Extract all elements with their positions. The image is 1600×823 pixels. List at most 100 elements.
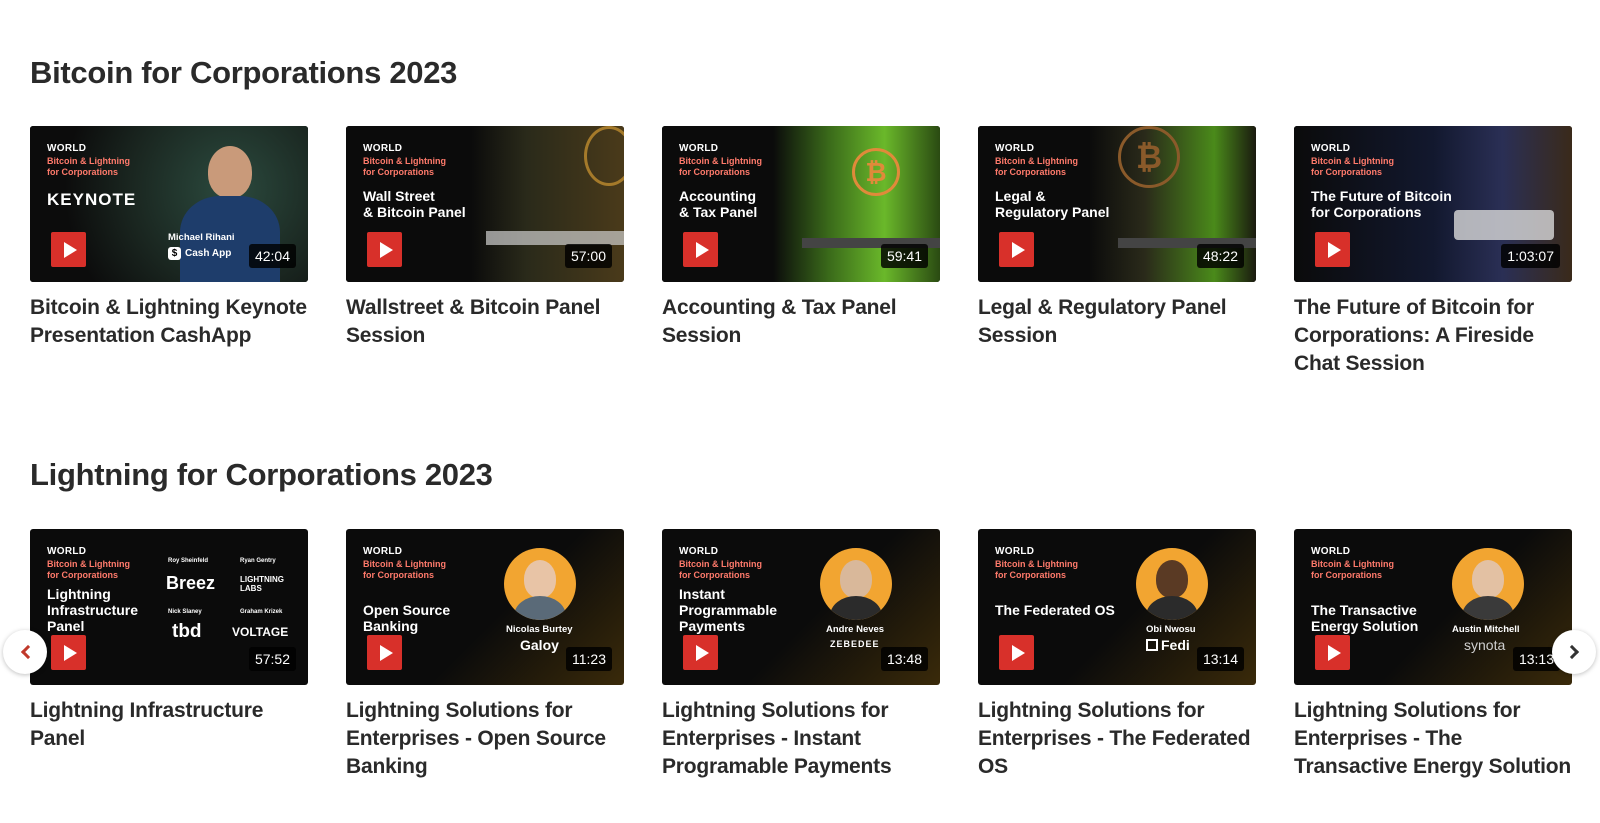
video-row: WORLD Bitcoin & Lightning for Corporations… [30,126,1572,386]
event-brand: WORLD Bitcoin & Lightning for Corporations [363,143,446,177]
thumbnail-title: Legal & Regulatory Panel [995,188,1110,220]
event-brand: WORLD Bitcoin & Lightning for Corporations [995,546,1078,580]
play-icon[interactable] [999,232,1034,267]
event-brand: WORLD Bitcoin & Lightning for Corporations [995,143,1078,177]
video-title[interactable]: Lightning Infrastructure Panel [30,697,308,753]
thumbnail-title: The Transactive Energy Solution [1311,602,1419,634]
tbd-logo: tbd [172,621,202,642]
event-brand: WORLD Bitcoin & Lightning for Corporations [679,143,762,177]
fedi-icon [1146,639,1158,651]
speaker-avatar [820,548,892,620]
video-card[interactable]: WORLD Bitcoin & Lightning for Corporations… [346,126,624,350]
panelist-name: Graham Krizek [240,609,283,615]
video-thumbnail[interactable]: WORLD Bitcoin & Lightning for Corporations… [662,529,940,685]
duration-badge: 1:03:07 [1501,244,1560,268]
speaker-name: Obi Nwosu [1146,624,1196,635]
section-title: Bitcoin for Corporations 2023 [30,55,458,90]
video-title[interactable]: Bitcoin & Lightning Keynote Presentation… [30,294,308,350]
thumbnail-title: Lightning Infrastructure Panel [47,586,139,634]
panelist-name: Ryan Gentry [240,558,276,564]
section-title: Lightning for Corporations 2023 [30,457,493,492]
video-title[interactable]: Accounting & Tax Panel Session [662,294,940,350]
speaker-avatar [1136,548,1208,620]
video-card[interactable]: WORLD Bitcoin & Lightning for Corporations… [346,529,624,781]
duration-badge: 57:52 [248,647,296,671]
video-thumbnail[interactable]: WORLD Bitcoin & Lightning for Corporations… [30,126,308,282]
video-title[interactable]: The Future of Bitcoin for Corporations: … [1294,294,1572,378]
video-card[interactable]: WORLD Bitcoin & Lightning for Corporations… [662,529,940,781]
play-icon[interactable] [51,635,86,670]
event-brand: WORLD Bitcoin & Lightning for Corporations [679,546,762,580]
voltage-logo: VOLTAGE [232,625,289,639]
duration-badge: 11:23 [566,647,612,671]
video-thumbnail[interactable]: WORLD Bitcoin & Lightning for Corporations… [1294,529,1572,685]
thumbnail-title: Instant Programmable Payments [679,586,778,634]
panelist-name: Roy Sheinfeld [168,558,209,564]
event-brand: WORLD Bitcoin & Lightning for Corporations [1311,546,1394,580]
video-card[interactable]: WORLD Bitcoin & Lightning for Corporations… [978,529,1256,781]
thumbnail-title: Accounting & Tax Panel [679,188,758,220]
company-logo: Galoy [520,637,559,653]
speaker-avatar [504,548,576,620]
company-logo: ZEBEDEE [830,639,880,649]
carousel-prev-button[interactable] [3,630,47,674]
duration-badge: 13:14 [1196,647,1244,671]
video-card[interactable]: WORLD Bitcoin & Lightning for Corporations… [30,529,308,753]
duration-badge: 48:22 [1196,244,1244,268]
company-logo: synota [1464,637,1506,653]
video-thumbnail[interactable]: ₿ WORLD Bitcoin & Lightning for Corporatio… [978,126,1256,282]
play-icon[interactable] [367,635,402,670]
play-icon[interactable] [683,232,718,267]
video-card[interactable]: WORLD Bitcoin & Lightning for Corporations… [30,126,308,350]
thumbnail-title: Wall Street & Bitcoin Panel [363,188,466,220]
event-brand: WORLD Bitcoin & Lightning for Corporations [47,546,130,580]
event-brand: WORLD Bitcoin & Lightning for Corporations [1311,143,1394,177]
speaker-avatar [1452,548,1524,620]
duration-badge: 59:41 [880,244,928,268]
video-thumbnail[interactable]: WORLD Bitcoin & Lightning for Corporations… [346,126,624,282]
play-icon[interactable] [999,635,1034,670]
video-title[interactable]: Legal & Regulatory Panel Session [978,294,1256,350]
video-card[interactable]: WORLD Bitcoin & Lightning for Corporations… [1294,126,1572,378]
company-logo: $ Cash App [168,247,231,260]
video-card[interactable]: ₿ WORLD Bitcoin & Lightning for Corporatio… [662,126,940,350]
thumbnail-title: KEYNOTE [47,190,137,209]
thumbnail-title: The Federated OS [995,602,1115,618]
video-thumbnail[interactable]: WORLD Bitcoin & Lightning for Corporations… [346,529,624,685]
play-icon[interactable] [1315,232,1350,267]
panelist-name: Nick Slaney [168,609,202,615]
video-title[interactable]: Lightning Solutions for Enterprises - Th… [1294,697,1572,781]
video-title[interactable]: Wallstreet & Bitcoin Panel Session [346,294,624,350]
speaker-name: Michael Rihani [168,232,235,243]
video-title[interactable]: Lightning Solutions for Enterprises - Op… [346,697,624,781]
event-brand: WORLD Bitcoin & Lightning for Corporations [47,143,130,177]
breez-logo: Breez [166,573,216,593]
video-thumbnail[interactable]: WORLD Bitcoin & Lightning for Corporations… [30,529,308,685]
video-thumbnail[interactable]: WORLD Bitcoin & Lightning for Corporations… [1294,126,1572,282]
play-icon[interactable] [683,635,718,670]
chevron-right-icon [1564,644,1579,660]
video-title[interactable]: Lightning Solutions for Enterprises - Th… [978,697,1256,781]
speaker-name: Nicolas Burtey [506,624,573,635]
carousel-next-button[interactable] [1552,630,1596,674]
thumbnail-title: The Future of Bitcoin for Corporations [1311,188,1452,220]
play-icon[interactable] [1315,635,1350,670]
video-row: WORLD Bitcoin & Lightning for Corporations… [30,529,1572,789]
video-card[interactable]: ₿ WORLD Bitcoin & Lightning for Corporatio… [978,126,1256,350]
chevron-left-icon [20,644,35,660]
duration-badge: 13:48 [880,647,928,671]
play-icon[interactable] [367,232,402,267]
play-icon[interactable] [51,232,86,267]
speaker-name: Austin Mitchell [1452,624,1520,635]
company-logo: Fedi [1146,637,1190,653]
lightning-labs-logo: LIGHTNING LABS [240,575,284,593]
speaker-name: Andre Neves [826,624,885,635]
video-card[interactable]: WORLD Bitcoin & Lightning for Corporations… [1294,529,1572,781]
video-title[interactable]: Lightning Solutions for Enterprises - In… [662,697,940,781]
event-brand: WORLD Bitcoin & Lightning for Corporations [363,546,446,580]
thumbnail-title: Open Source Banking [363,602,451,634]
video-thumbnail[interactable]: ₿ WORLD Bitcoin & Lightning for Corporatio… [662,126,940,282]
bitcoin-logo-icon: ₿ [852,148,900,196]
duration-badge: 42:04 [248,244,296,268]
video-thumbnail[interactable]: WORLD Bitcoin & Lightning for Corporations… [978,529,1256,685]
